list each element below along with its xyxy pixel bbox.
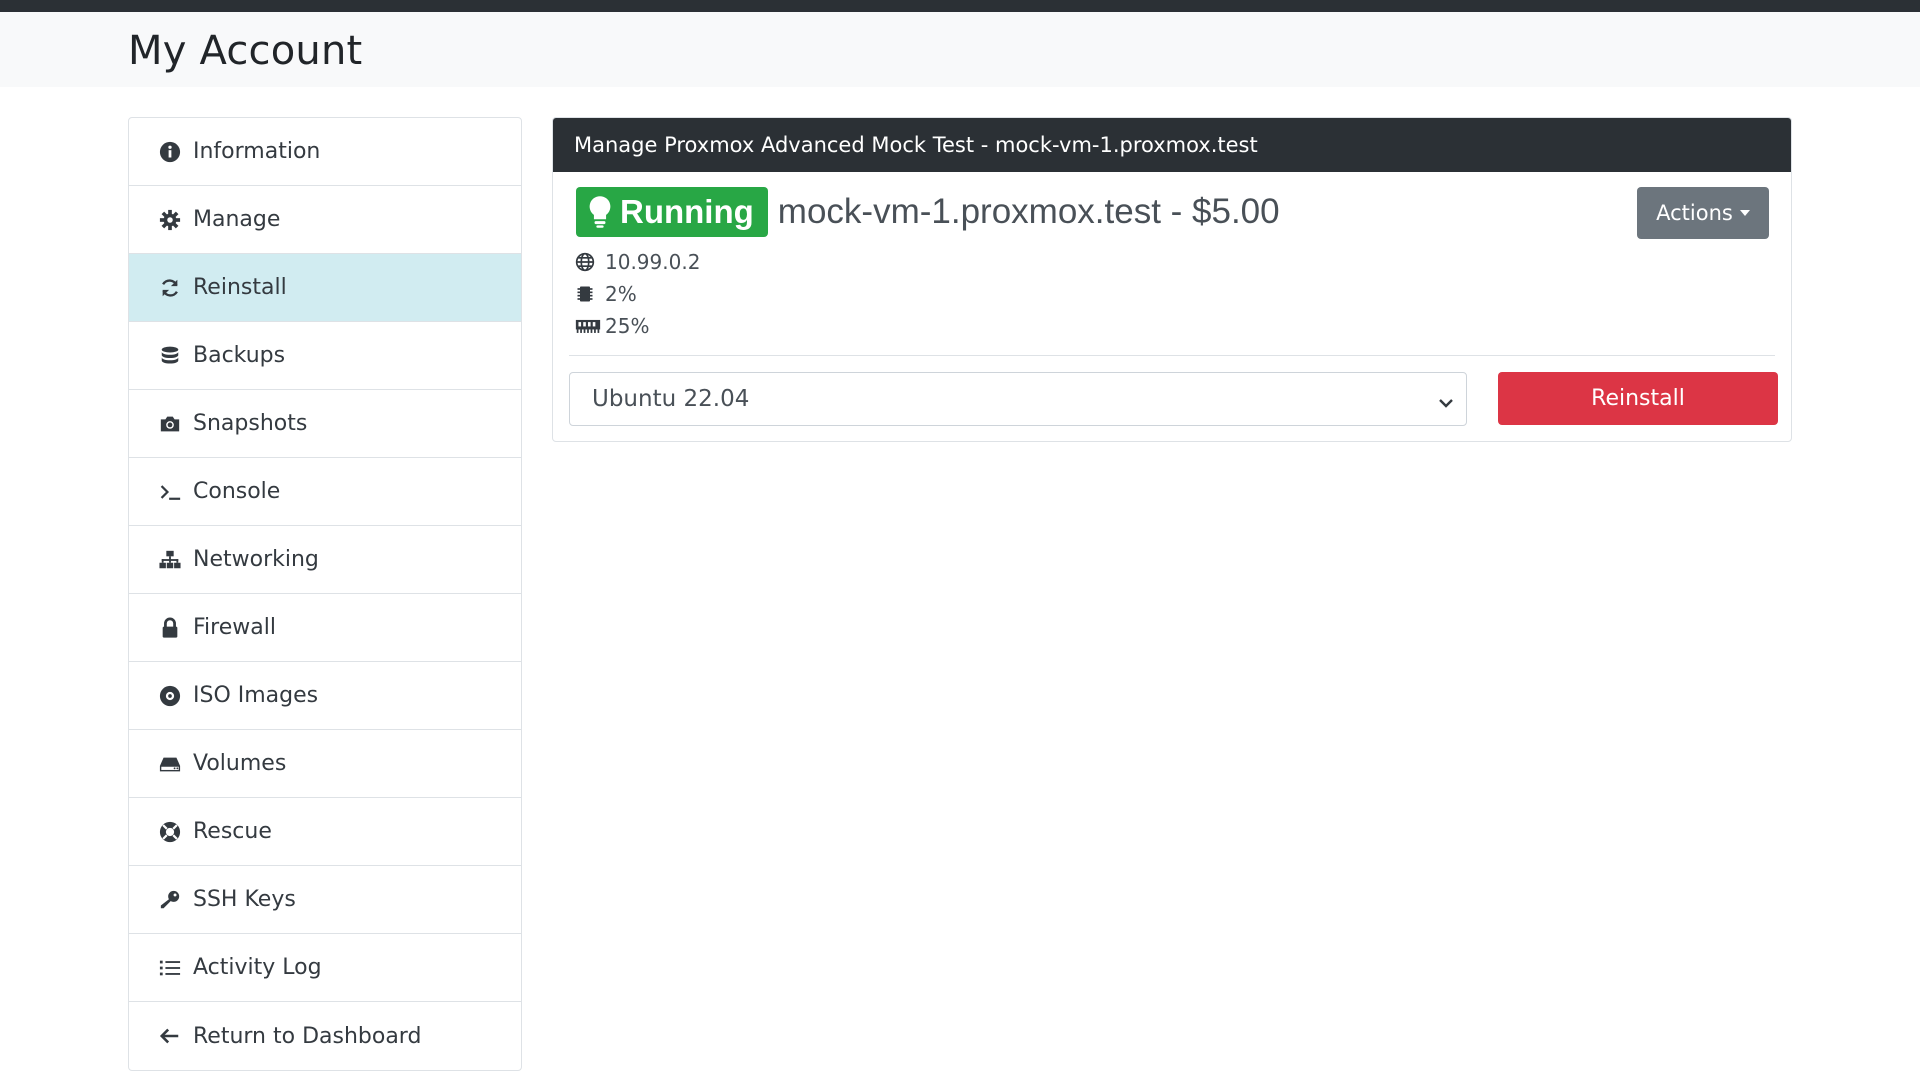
sidebar-item-label: Networking: [193, 547, 319, 572]
memory-usage-row: 25%: [575, 310, 700, 342]
top-navbar: [0, 0, 1920, 12]
actions-label: Actions: [1656, 201, 1733, 225]
sidebar-item-iso-images[interactable]: ISO Images: [129, 662, 521, 730]
status-badge: Running: [576, 187, 768, 237]
lock-icon: [157, 615, 183, 641]
os-select-value: Ubuntu 22.04: [592, 386, 750, 412]
sidebar-item-label: SSH Keys: [193, 887, 296, 912]
sidebar-item-label: Snapshots: [193, 411, 308, 436]
sidebar-item-reinstall[interactable]: Reinstall: [129, 254, 521, 322]
database-icon: [157, 343, 183, 369]
list-icon: [157, 955, 183, 981]
sidebar-item-firewall[interactable]: Firewall: [129, 594, 521, 662]
sidebar-item-ssh-keys[interactable]: SSH Keys: [129, 866, 521, 934]
memory-icon: [575, 316, 601, 336]
cpu-icon: [575, 284, 601, 304]
refresh-icon: [157, 275, 183, 301]
cpu-usage: 2%: [605, 282, 637, 306]
chevron-down-icon: [1438, 391, 1454, 417]
lifebuoy-icon: [157, 819, 183, 845]
sidebar-item-label: Manage: [193, 207, 281, 232]
sidebar-item-label: Information: [193, 139, 321, 164]
page-title: My Account: [128, 28, 363, 74]
reinstall-button[interactable]: Reinstall: [1498, 372, 1778, 425]
sidebar-item-label: Firewall: [193, 615, 276, 640]
sidebar-item-volumes[interactable]: Volumes: [129, 730, 521, 798]
sidebar-item-return-to-dashboard[interactable]: Return to Dashboard: [129, 1002, 521, 1070]
sidebar-item-label: Activity Log: [193, 955, 322, 980]
info-circle-icon: [157, 139, 183, 165]
sidebar-item-label: Return to Dashboard: [193, 1023, 422, 1049]
sidebar-item-label: ISO Images: [193, 683, 319, 708]
sidebar-item-snapshots[interactable]: Snapshots: [129, 390, 521, 458]
lightbulb-icon: [586, 195, 614, 229]
sidebar-item-backups[interactable]: Backups: [129, 322, 521, 390]
sidebar-item-label: Backups: [193, 343, 286, 368]
memory-usage: 25%: [605, 314, 650, 338]
globe-icon: [575, 252, 601, 272]
divider: [569, 355, 1775, 356]
manage-vm-card: Manage Proxmox Advanced Mock Test - mock…: [552, 117, 1792, 442]
vm-title: mock-vm-1.proxmox.test - $5.00: [777, 192, 1280, 231]
sidebar-item-console[interactable]: Console: [129, 458, 521, 526]
sidebar-item-manage[interactable]: Manage: [129, 186, 521, 254]
vm-stats: 10.99.0.2 2% 25%: [575, 246, 700, 342]
sidebar-item-label: Console: [193, 479, 281, 504]
ip-address-row: 10.99.0.2: [575, 246, 700, 278]
sidebar-item-networking[interactable]: Networking: [129, 526, 521, 594]
key-icon: [157, 887, 183, 913]
card-header: Manage Proxmox Advanced Mock Test - mock…: [553, 118, 1791, 172]
caret-down-icon: [1739, 210, 1750, 216]
actions-dropdown-button[interactable]: Actions: [1637, 187, 1769, 239]
hdd-icon: [157, 751, 183, 777]
sidebar-menu: Information Manage Reinstall Backups Sna…: [128, 117, 522, 1071]
disc-icon: [157, 683, 183, 709]
sidebar-item-label: Reinstall: [193, 275, 287, 300]
sidebar-item-label: Rescue: [193, 819, 272, 844]
sidebar-item-information[interactable]: Information: [129, 118, 521, 186]
os-template-select[interactable]: Ubuntu 22.04: [569, 372, 1467, 426]
sidebar-item-rescue[interactable]: Rescue: [129, 798, 521, 866]
gear-icon: [157, 207, 183, 233]
ip-address: 10.99.0.2: [605, 250, 701, 274]
camera-icon: [157, 411, 183, 437]
terminal-icon: [157, 479, 183, 505]
cpu-usage-row: 2%: [575, 278, 700, 310]
vm-status-row: Running mock-vm-1.proxmox.test - $5.00: [576, 187, 1280, 237]
status-text: Running: [620, 193, 754, 230]
arrow-left-icon: [157, 1023, 183, 1049]
sidebar-item-label: Volumes: [193, 751, 287, 776]
page-header: My Account: [0, 12, 1920, 87]
network-icon: [157, 547, 183, 573]
sidebar-item-activity-log[interactable]: Activity Log: [129, 934, 521, 1002]
